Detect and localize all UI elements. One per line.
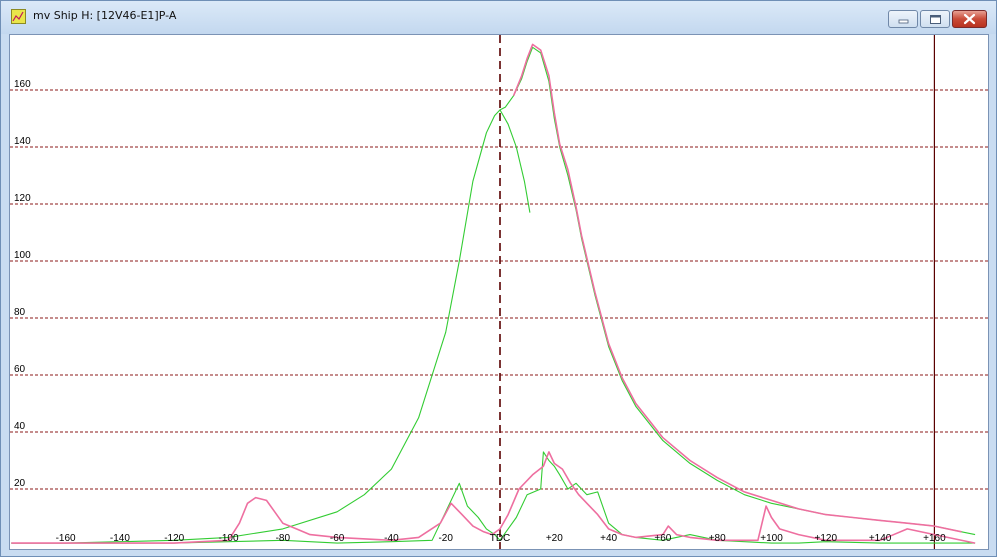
x-tick-label-+40: +40 bbox=[600, 533, 617, 544]
x-tick-label-+60: +60 bbox=[654, 533, 671, 544]
pressure-series-5 bbox=[11, 451, 976, 544]
y-tick-label-80: 80 bbox=[14, 307, 26, 318]
x-tick-label--40: -40 bbox=[384, 533, 399, 544]
crank-angle-markers bbox=[499, 35, 936, 549]
y-tick-label-160: 160 bbox=[14, 79, 31, 90]
x-tick-label-+20: +20 bbox=[546, 533, 563, 544]
x-tick-label-+160: +160 bbox=[923, 533, 946, 544]
pressure-chart: 20 40 60 80 100 120 140 160 -160 -140 -120 -100 -80… bbox=[10, 35, 988, 549]
close-icon bbox=[963, 13, 976, 25]
app-icon-graphic bbox=[12, 11, 24, 22]
x-tick-label-TDC: TDC bbox=[490, 533, 511, 544]
x-tick-label-+140: +140 bbox=[869, 533, 892, 544]
x-tick-label--20: -20 bbox=[438, 533, 453, 544]
app-icon[interactable] bbox=[11, 9, 26, 24]
pressure-curves bbox=[11, 43, 976, 544]
x-tick-label--80: -80 bbox=[276, 533, 291, 544]
y-tick-label-40: 40 bbox=[14, 421, 26, 432]
title-bar[interactable]: mv Ship H: [12V46-E1]P-A bbox=[1, 1, 996, 34]
x-tick-label--120: -120 bbox=[164, 533, 184, 544]
pressure-series-1 bbox=[11, 46, 976, 544]
pressure-series-2 bbox=[499, 109, 531, 213]
y-tick-label-140: 140 bbox=[14, 136, 31, 147]
maximize-button[interactable] bbox=[920, 10, 950, 28]
x-tick-label--140: -140 bbox=[110, 533, 130, 544]
y-tick-label-120: 120 bbox=[14, 193, 31, 204]
minimize-icon bbox=[898, 19, 909, 24]
grid-lines bbox=[10, 89, 988, 490]
maximize-icon bbox=[930, 15, 941, 24]
pressure-series-3 bbox=[512, 43, 962, 533]
app-window: mv Ship H: [12V46-E1]P-A 20 40 60 80 100 120 1… bbox=[0, 0, 997, 557]
y-tick-label-100: 100 bbox=[14, 250, 31, 261]
pressure-plot[interactable]: 20 40 60 80 100 120 140 160 -160 -140 -120 -100 -80… bbox=[9, 34, 989, 550]
x-tick-label-+120: +120 bbox=[815, 533, 838, 544]
y-tick-label-20: 20 bbox=[14, 478, 26, 489]
window-title: mv Ship H: [12V46-E1]P-A bbox=[33, 9, 177, 22]
y-tick-labels: 20 40 60 80 100 120 140 160 bbox=[14, 79, 31, 489]
x-tick-label-+80: +80 bbox=[709, 533, 726, 544]
x-tick-label-+100: +100 bbox=[760, 533, 783, 544]
close-button[interactable] bbox=[952, 10, 987, 28]
y-tick-label-60: 60 bbox=[14, 364, 26, 375]
x-tick-label--60: -60 bbox=[330, 533, 345, 544]
x-tick-label--100: -100 bbox=[218, 533, 238, 544]
pressure-series-4 bbox=[11, 451, 976, 544]
minimize-button[interactable] bbox=[888, 10, 918, 28]
x-tick-label--160: -160 bbox=[56, 533, 76, 544]
